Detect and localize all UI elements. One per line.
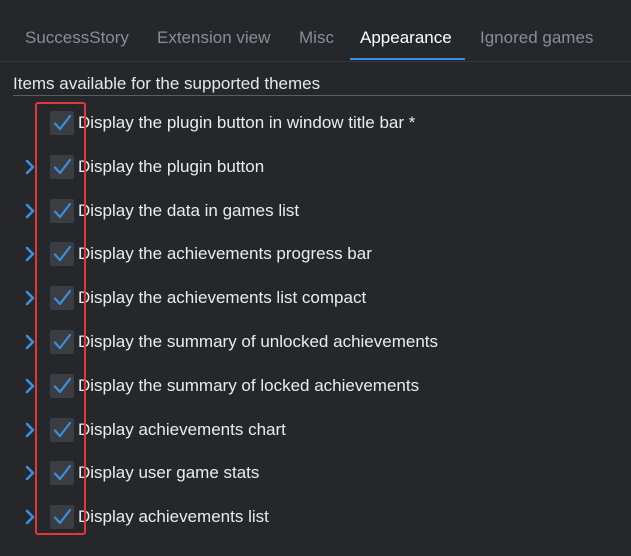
item-checkbox[interactable] bbox=[50, 418, 74, 442]
chevron-right-icon[interactable] bbox=[24, 421, 36, 439]
tab-appearance[interactable]: Appearance bbox=[360, 28, 452, 48]
item-label[interactable]: Display the data in games list bbox=[78, 201, 299, 221]
chevron-right-icon[interactable] bbox=[24, 202, 36, 220]
chevron-right-icon[interactable] bbox=[24, 464, 36, 482]
item-label[interactable]: Display the achievements progress bar bbox=[78, 244, 372, 264]
item-label[interactable]: Display the plugin button in window titl… bbox=[78, 113, 415, 133]
list-item: Display achievements list bbox=[0, 502, 631, 532]
item-checkbox[interactable] bbox=[50, 111, 74, 135]
item-label[interactable]: Display achievements chart bbox=[78, 420, 286, 440]
item-label[interactable]: Display the plugin button bbox=[78, 157, 264, 177]
list-item: Display the summary of locked achievemen… bbox=[0, 371, 631, 401]
item-checkbox[interactable] bbox=[50, 330, 74, 354]
tab-extension-view[interactable]: Extension view bbox=[157, 28, 270, 48]
tab-misc[interactable]: Misc bbox=[299, 28, 334, 48]
list-item: Display achievements chart bbox=[0, 415, 631, 445]
section-title: Items available for the supported themes bbox=[13, 74, 321, 93]
active-tab-indicator bbox=[350, 58, 465, 60]
chevron-right-icon[interactable] bbox=[24, 333, 36, 351]
item-checkbox[interactable] bbox=[50, 199, 74, 223]
list-item: Display the plugin button in window titl… bbox=[0, 108, 631, 138]
list-item: Display the achievements progress bar bbox=[0, 239, 631, 269]
chevron-right-icon[interactable] bbox=[24, 289, 36, 307]
item-checkbox[interactable] bbox=[50, 286, 74, 310]
item-label[interactable]: Display the summary of unlocked achievem… bbox=[78, 332, 438, 352]
item-label[interactable]: Display achievements list bbox=[78, 507, 269, 527]
tab-ignored-games[interactable]: Ignored games bbox=[480, 28, 593, 48]
item-checkbox[interactable] bbox=[50, 505, 74, 529]
item-label[interactable]: Display the achievements list compact bbox=[78, 288, 366, 308]
chevron-right-icon[interactable] bbox=[24, 377, 36, 395]
section-divider bbox=[13, 95, 631, 96]
chevron-right-icon[interactable] bbox=[24, 158, 36, 176]
list-item: Display user game stats bbox=[0, 458, 631, 488]
chevron-right-icon[interactable] bbox=[24, 508, 36, 526]
chevron-right-icon[interactable] bbox=[24, 245, 36, 263]
item-checkbox[interactable] bbox=[50, 155, 74, 179]
item-label[interactable]: Display user game stats bbox=[78, 463, 259, 483]
tab-bar-divider bbox=[0, 61, 631, 62]
list-item: Display the summary of unlocked achievem… bbox=[0, 327, 631, 357]
item-label[interactable]: Display the summary of locked achievemen… bbox=[78, 376, 419, 396]
list-item: Display the data in games list bbox=[0, 196, 631, 226]
list-item: Display the achievements list compact bbox=[0, 283, 631, 313]
list-item: Display the plugin button bbox=[0, 152, 631, 182]
tab-successstory[interactable]: SuccessStory bbox=[25, 28, 129, 48]
item-checkbox[interactable] bbox=[50, 242, 74, 266]
item-checkbox[interactable] bbox=[50, 461, 74, 485]
tab-bar: SuccessStory Extension view Misc Appeara… bbox=[0, 0, 631, 61]
item-checkbox[interactable] bbox=[50, 374, 74, 398]
